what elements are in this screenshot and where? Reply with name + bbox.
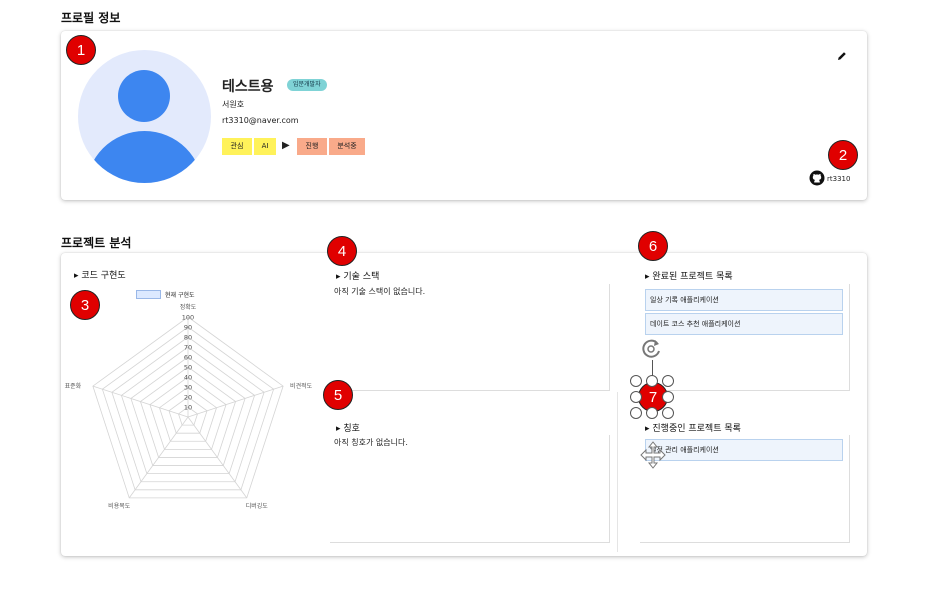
github-icon[interactable] bbox=[809, 170, 825, 186]
resize-handle-se[interactable] bbox=[662, 407, 674, 419]
completed-projects-label: ▸ 완료된 프로젝트 목록 bbox=[645, 272, 733, 282]
completed-projects-label-text: 완료된 프로젝트 목록 bbox=[652, 272, 733, 282]
marker-4: 4 bbox=[327, 236, 357, 266]
analysis-section-title: 프로젝트 분석 bbox=[61, 236, 132, 250]
move-handle-icon[interactable] bbox=[640, 440, 666, 470]
radar-tick-label: 60 bbox=[184, 354, 192, 362]
resize-handle-sw[interactable] bbox=[630, 407, 642, 419]
legend-label: 현재 구현도 bbox=[165, 292, 195, 299]
marker-2: 2 bbox=[828, 140, 858, 170]
radar-axis-label: 디버깅도 bbox=[246, 502, 269, 510]
resize-handle-nw[interactable] bbox=[630, 375, 642, 387]
completed-project-item[interactable]: 일상 기록 애플리케이션 bbox=[645, 289, 843, 311]
profile-name: 테스트용 bbox=[222, 79, 274, 95]
resize-handle-s[interactable] bbox=[646, 407, 658, 419]
radar-tick-label: 20 bbox=[184, 394, 192, 402]
ongoing-projects-label: ▸ 진행중인 프로젝트 목록 bbox=[645, 424, 741, 434]
radar-tick-label: 50 bbox=[184, 364, 192, 372]
tech-stack-label: ▸ 기술 스택 bbox=[336, 272, 380, 282]
column-divider bbox=[617, 392, 618, 552]
radar-tick-label: 30 bbox=[184, 384, 192, 392]
code-level-label-text: 코드 구현도 bbox=[81, 271, 126, 281]
github-username[interactable]: rt3310 bbox=[827, 175, 850, 183]
interest-tag[interactable]: AI bbox=[254, 138, 276, 155]
level-badge: 입문개발자 bbox=[287, 79, 327, 91]
profile-email: rt3310@naver.com bbox=[222, 116, 299, 125]
ongoing-projects-label-text: 진행중인 프로젝트 목록 bbox=[652, 424, 741, 434]
titles-box bbox=[330, 435, 610, 543]
avatar-body-shape bbox=[86, 131, 203, 183]
radar-tick-label: 80 bbox=[184, 334, 192, 342]
radar-tick-label: 40 bbox=[184, 374, 192, 382]
legend-swatch bbox=[136, 290, 161, 299]
code-level-label: ▸ 코드 구현도 bbox=[74, 271, 126, 281]
radar-tick-label: 10 bbox=[184, 404, 192, 412]
ongoing-project-item[interactable]: 일정 관리 애플리케이션 bbox=[645, 439, 843, 461]
marker-5: 5 bbox=[323, 380, 353, 410]
rotate-handle-icon[interactable] bbox=[640, 337, 666, 361]
play-arrow-icon: ▶ bbox=[282, 140, 290, 151]
progress-tag[interactable]: 분석중 bbox=[329, 138, 365, 155]
profile-card: 테스트용 입문개발자 서원호 rt3310@naver.com 관심 AI ▶ … bbox=[61, 31, 867, 200]
profile-real-name: 서원호 bbox=[222, 100, 245, 109]
radar-tick-label: 100 bbox=[182, 314, 194, 322]
radar-axis-label: 표준화 bbox=[65, 383, 82, 390]
progress-tag-label: 진행 bbox=[297, 138, 327, 155]
avatar bbox=[78, 50, 211, 183]
marker-6: 6 bbox=[638, 231, 668, 261]
marker-1: 1 bbox=[66, 35, 96, 65]
resize-handle-w[interactable] bbox=[630, 391, 642, 403]
completed-project-item[interactable]: 데이트 코스 추천 애플리케이션 bbox=[645, 313, 843, 335]
radar-axis-label: 비용복도 bbox=[108, 502, 131, 510]
radar-tick-label: 90 bbox=[184, 324, 192, 332]
radar-tick-label: 70 bbox=[184, 344, 192, 352]
tech-stack-label-text: 기술 스택 bbox=[343, 272, 380, 282]
tech-stack-box bbox=[330, 284, 610, 391]
radar-spoke bbox=[187, 385, 284, 418]
resize-handle-e[interactable] bbox=[662, 391, 674, 403]
profile-section-title: 프로필 정보 bbox=[61, 11, 121, 25]
resize-handle-n[interactable] bbox=[646, 375, 658, 387]
radar-spoke bbox=[92, 385, 189, 418]
radar-axis-label: 비견적도 bbox=[290, 382, 313, 390]
edit-pencil-icon[interactable] bbox=[836, 50, 848, 62]
titles-label-text: 칭호 bbox=[343, 424, 360, 434]
marker-3: 3 bbox=[70, 290, 100, 320]
avatar-head-shape bbox=[118, 70, 170, 122]
radar-chart: 100 90 80 70 60 50 40 30 20 10 정확도비견적도디버깅도 비용복도 표준화 bbox=[65, 303, 313, 510]
titles-label: ▸ 칭호 bbox=[336, 424, 360, 434]
resize-handle-ne[interactable] bbox=[662, 375, 674, 387]
interest-tag-label: 관심 bbox=[222, 138, 252, 155]
radar-axis-label: 정확도 bbox=[180, 303, 197, 311]
